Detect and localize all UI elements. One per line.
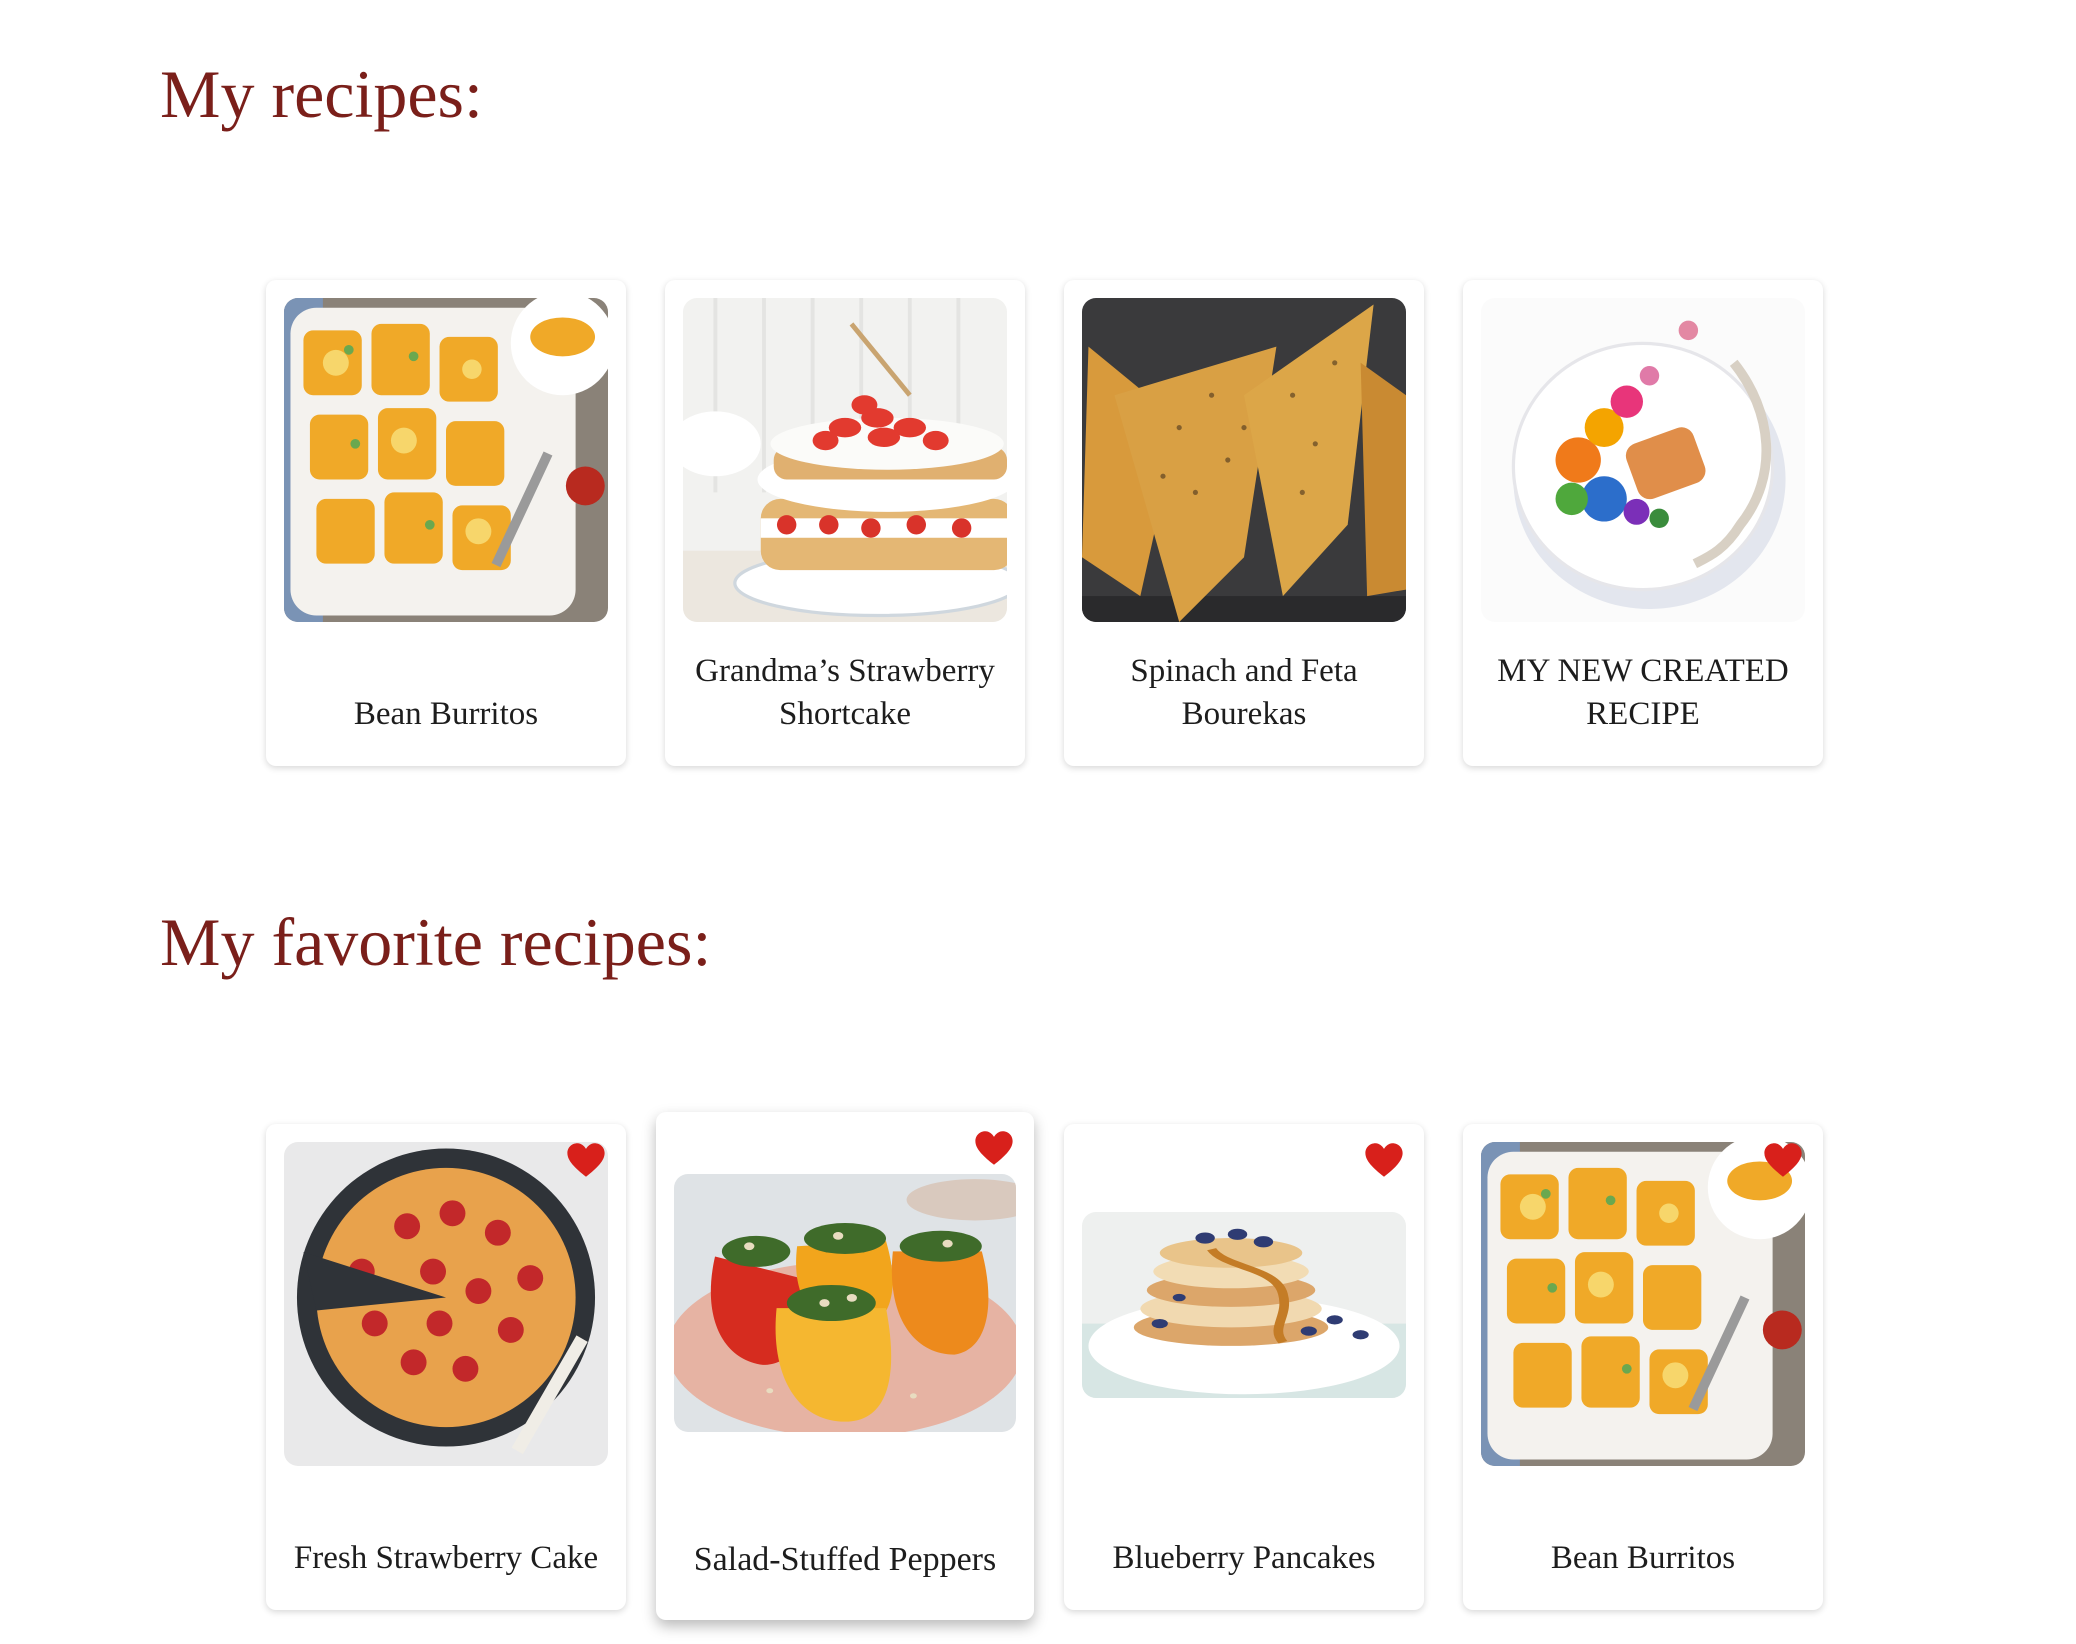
recipe-image[interactable]	[1481, 1142, 1805, 1466]
favorite-heart-icon[interactable]	[1763, 1142, 1803, 1178]
my-recipes-title: My recipes:	[160, 56, 483, 132]
favorite-recipes-row: Fresh Strawberry Cake Salad-Stuffed Pepp…	[0, 1112, 2076, 1644]
recipe-image[interactable]	[1082, 1212, 1406, 1398]
recipe-title[interactable]: Fresh Strawberry Cake	[276, 1484, 616, 1580]
favorite-card-blueberry-pancakes[interactable]: Blueberry Pancakes	[1064, 1124, 1424, 1610]
recipe-title[interactable]: Bean Burritos	[276, 640, 616, 736]
recipe-card-strawberry-shortcake[interactable]: Grandma’s Strawberry Shortcake	[665, 280, 1025, 766]
recipe-title[interactable]: Spinach and Feta Bourekas	[1074, 640, 1414, 736]
favorite-card-bean-burritos[interactable]: Bean Burritos	[1463, 1124, 1823, 1610]
favorite-recipes-title: My favorite recipes:	[160, 904, 712, 980]
recipe-image[interactable]	[1082, 298, 1406, 622]
recipe-title[interactable]: MY NEW CREATED RECIPE	[1473, 640, 1813, 736]
favorite-card-salad-stuffed-peppers[interactable]: Salad-Stuffed Peppers	[656, 1112, 1034, 1620]
favorite-card-fresh-strawberry-cake[interactable]: Fresh Strawberry Cake	[266, 1124, 626, 1610]
favorite-heart-icon[interactable]	[1364, 1142, 1404, 1178]
recipe-title[interactable]: Grandma’s Strawberry Shortcake	[675, 640, 1015, 736]
my-recipes-row: Bean Burritos Grandma’s Strawberry Short…	[0, 280, 2076, 770]
recipe-title[interactable]: Bean Burritos	[1473, 1484, 1813, 1580]
recipe-card-spinach-feta-bourekas[interactable]: Spinach and Feta Bourekas	[1064, 280, 1424, 766]
recipe-title[interactable]: Blueberry Pancakes	[1074, 1484, 1414, 1580]
recipe-card-my-new-created-recipe[interactable]: MY NEW CREATED RECIPE	[1463, 280, 1823, 766]
favorite-heart-icon[interactable]	[566, 1142, 606, 1178]
favorite-heart-icon[interactable]	[974, 1130, 1014, 1166]
recipe-image[interactable]	[1481, 298, 1805, 622]
recipe-image[interactable]	[674, 1174, 1016, 1432]
recipe-image[interactable]	[284, 298, 608, 622]
recipe-title[interactable]: Salad-Stuffed Peppers	[666, 1474, 1024, 1584]
recipe-card-bean-burritos[interactable]: Bean Burritos	[266, 280, 626, 766]
recipe-image[interactable]	[683, 298, 1007, 622]
recipe-image[interactable]	[284, 1142, 608, 1466]
